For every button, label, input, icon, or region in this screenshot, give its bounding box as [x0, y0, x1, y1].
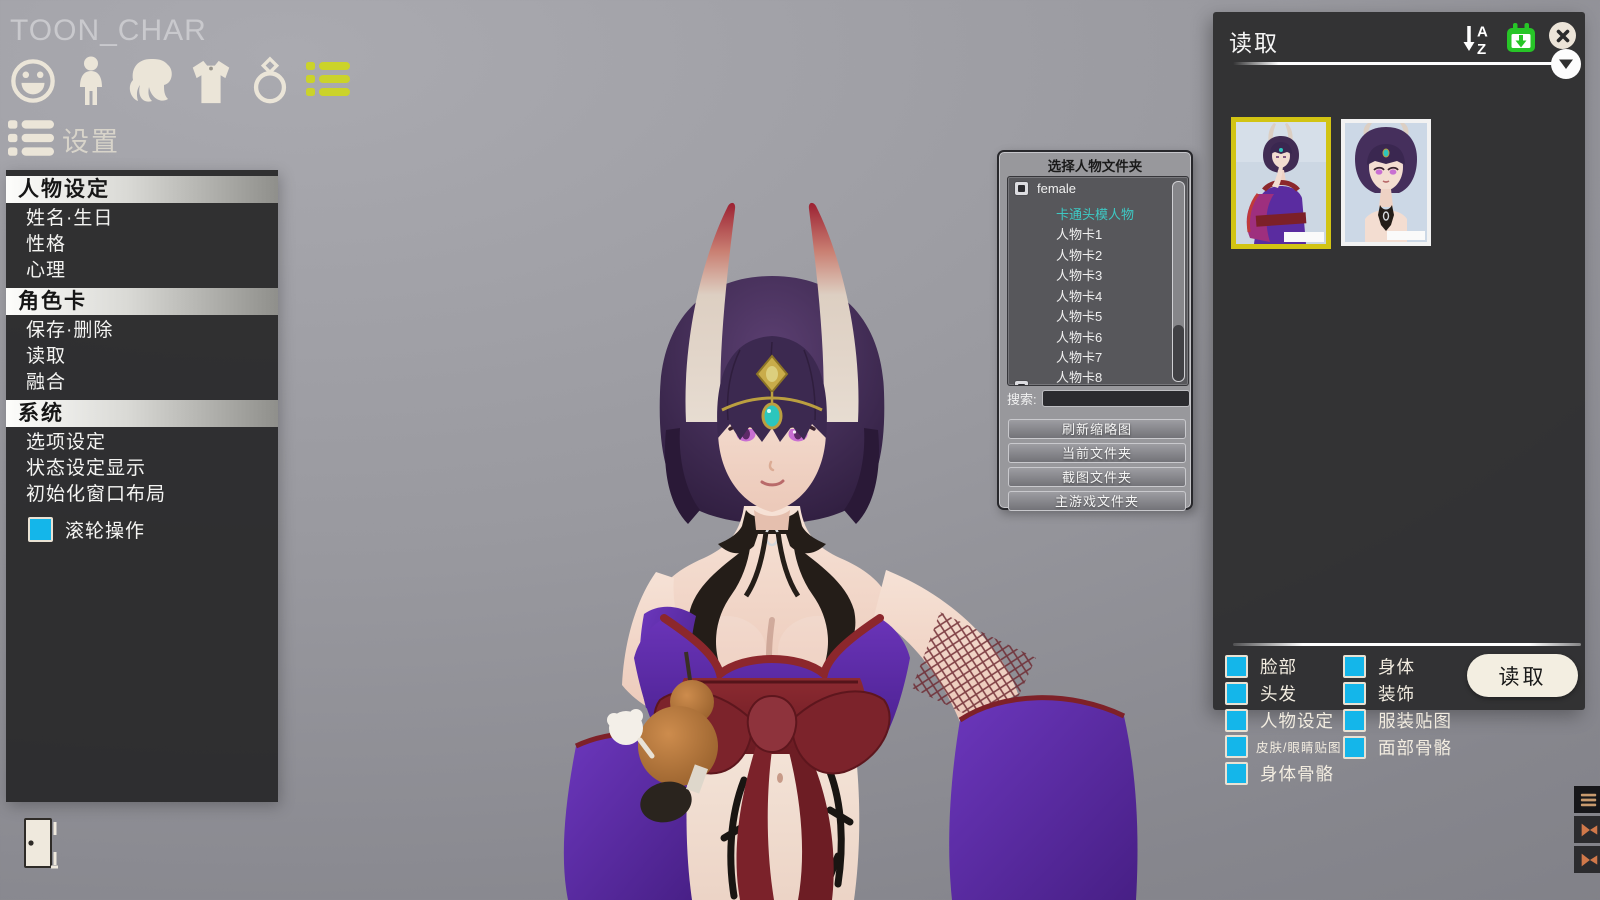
menu-item-save-delete[interactable]: 保存·删除 — [6, 318, 278, 344]
settings-menu: 人物设定 姓名·生日 性格 心理 角色卡 保存·删除 读取 融合 系统 选项设定… — [6, 170, 278, 802]
accessories-checkbox[interactable] — [1343, 682, 1366, 705]
folder-root-label: female — [1037, 181, 1076, 196]
load-panel-title: 读取 — [1229, 24, 1279, 58]
folder-tree-list: female 卡通头模人物 人物卡1 人物卡2 人物卡3 人物卡4 人物卡5 人… — [1007, 176, 1189, 386]
edge-flag-button[interactable] — [1574, 816, 1600, 843]
option-face: 脸部 — [1225, 654, 1297, 679]
search-input[interactable] — [1042, 390, 1190, 407]
edge-flag-button[interactable] — [1574, 846, 1600, 873]
option-label: 人物设定 — [1260, 708, 1334, 733]
folder-checkbox[interactable] — [1014, 380, 1029, 386]
body-checkbox[interactable] — [1343, 655, 1366, 678]
folder-item[interactable]: 人物卡2 — [1056, 245, 1102, 264]
dialog-title: 选择人物文件夹 — [999, 155, 1191, 175]
character-maker-screen: { "window": { "title": "TOON_CHAR" }, "t… — [0, 0, 1600, 900]
svg-text:A: A — [1477, 24, 1488, 41]
clothes-tab-icon[interactable] — [188, 58, 234, 106]
body-bones-checkbox[interactable] — [1225, 762, 1248, 785]
current-folder-button[interactable]: 当前文件夹 — [1008, 443, 1186, 463]
folder-item[interactable]: 人物卡7 — [1056, 347, 1102, 366]
folder-root-checkbox[interactable] — [1014, 181, 1029, 196]
menu-section-header: 角色卡 — [6, 288, 278, 315]
option-label: 身体骨骼 — [1260, 761, 1334, 786]
sort-az-icon[interactable]: A Z — [1461, 22, 1495, 61]
option-accessories: 装饰 — [1343, 681, 1415, 706]
wheel-operation-checkbox[interactable] — [28, 517, 53, 542]
close-icon[interactable] — [1549, 22, 1576, 49]
wheel-operation-option: 滚轮操作 — [28, 516, 278, 543]
hair-tab-icon[interactable] — [124, 56, 178, 106]
options-divider — [1233, 643, 1581, 646]
folder-item-selected[interactable]: 卡通头模人物 — [1056, 204, 1134, 223]
menu-item-mentality[interactable]: 心理 — [6, 258, 278, 284]
accessory-tab-icon[interactable] — [250, 56, 290, 106]
load-panel: 读取 A Z — [1213, 12, 1585, 710]
folder-item[interactable]: 人物卡8 — [1056, 367, 1102, 386]
folder-list-scrollbar[interactable] — [1172, 181, 1185, 382]
folder-item[interactable]: 人物卡3 — [1056, 265, 1102, 284]
menu-item-reset-window-layout[interactable]: 初始化窗口布局 — [6, 482, 278, 508]
option-label: 皮肤/眼睛贴图 — [1256, 737, 1341, 756]
option-hair: 头发 — [1225, 681, 1297, 706]
folder-item-partial[interactable] — [1014, 380, 1029, 386]
menu-item-load[interactable]: 读取 — [6, 344, 278, 370]
settings-heading: 设置 — [62, 120, 120, 159]
option-body-bones: 身体骨骼 — [1225, 761, 1334, 786]
option-clothes-texture: 服装贴图 — [1343, 708, 1452, 733]
option-character-settings: 人物设定 — [1225, 708, 1334, 733]
app-title: TOON_CHAR — [10, 14, 207, 48]
load-button[interactable]: 读取 — [1467, 654, 1578, 697]
option-label: 面部骨骼 — [1378, 735, 1452, 760]
folder-search-row: 搜索: — [1007, 389, 1190, 408]
menu-section-header: 人物设定 — [6, 176, 278, 203]
import-calendar-icon[interactable] — [1505, 22, 1537, 59]
folder-root-item[interactable]: female — [1014, 181, 1076, 196]
folder-item[interactable]: 人物卡5 — [1056, 306, 1102, 325]
menu-item-status-display[interactable]: 状态设定显示 — [6, 456, 278, 482]
menu-item-merge[interactable]: 融合 — [6, 370, 278, 396]
hair-checkbox[interactable] — [1225, 682, 1248, 705]
face-bones-checkbox[interactable] — [1343, 736, 1366, 759]
settings-heading-icon — [8, 120, 54, 156]
option-label: 服装贴图 — [1378, 708, 1452, 733]
collapse-panel-icon[interactable] — [1551, 49, 1581, 79]
option-label: 头发 — [1260, 681, 1297, 706]
face-checkbox[interactable] — [1225, 655, 1248, 678]
option-face-bones: 面部骨骼 — [1343, 735, 1452, 760]
folder-item[interactable]: 人物卡6 — [1056, 327, 1102, 346]
face-tab-icon[interactable] — [10, 58, 56, 104]
settings-tab-icon[interactable] — [306, 62, 350, 96]
body-tab-icon[interactable] — [74, 56, 108, 106]
option-label: 脸部 — [1260, 654, 1297, 679]
folder-item[interactable]: 人物卡1 — [1056, 224, 1102, 243]
menu-item-personality[interactable]: 性格 — [6, 232, 278, 258]
refresh-thumbnails-button[interactable]: 刷新缩略图 — [1008, 419, 1186, 439]
option-skin-eye-texture: 皮肤/眼睛贴图 — [1225, 735, 1341, 758]
panel-divider — [1233, 62, 1559, 65]
folder-item[interactable]: 人物卡4 — [1056, 286, 1102, 305]
clothes-texture-checkbox[interactable] — [1343, 709, 1366, 732]
menu-section-header: 系统 — [6, 400, 278, 427]
skin-eye-texture-checkbox[interactable] — [1225, 735, 1248, 758]
wheel-operation-label: 滚轮操作 — [65, 516, 145, 543]
option-label: 装饰 — [1378, 681, 1415, 706]
option-body: 身体 — [1343, 654, 1415, 679]
character-settings-checkbox[interactable] — [1225, 709, 1248, 732]
character-card[interactable] — [1341, 119, 1431, 246]
screenshot-folder-button[interactable]: 截图文件夹 — [1008, 467, 1186, 487]
character-card-selected[interactable] — [1231, 117, 1331, 249]
menu-item-name-birthday[interactable]: 姓名·生日 — [6, 206, 278, 232]
edge-menu-button[interactable] — [1574, 786, 1600, 813]
svg-text:Z: Z — [1477, 41, 1486, 56]
menu-item-option-settings[interactable]: 选项设定 — [6, 430, 278, 456]
main-game-folder-button[interactable]: 主游戏文件夹 — [1008, 491, 1186, 511]
folder-select-dialog: 选择人物文件夹 female 卡通头模人物 人物卡1 人物卡2 人物卡3 人物卡… — [997, 150, 1193, 510]
exit-door-icon[interactable] — [22, 816, 62, 872]
search-label: 搜索: — [1007, 389, 1037, 408]
option-label: 身体 — [1378, 654, 1415, 679]
scrollbar-thumb[interactable] — [1173, 325, 1184, 381]
